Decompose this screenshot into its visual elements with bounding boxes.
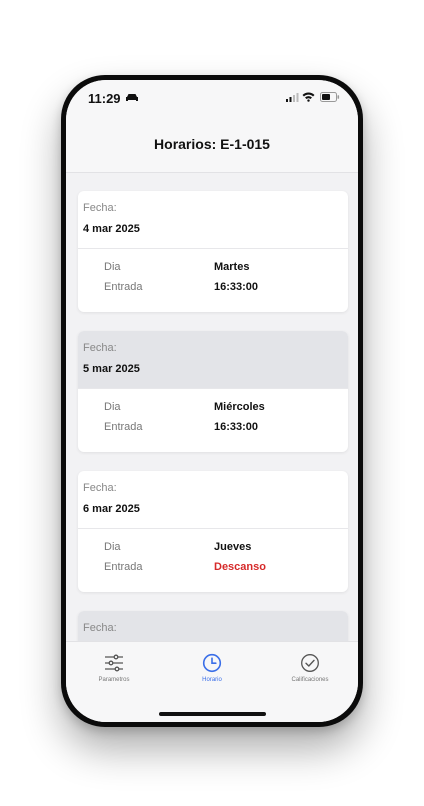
tab-label: Horario xyxy=(202,677,222,683)
schedule-card[interactable]: Fecha: 5 mar 2025 Dia Entrada Miércoles … xyxy=(78,331,348,452)
entry-value: 16:33:00 xyxy=(214,281,259,293)
day-label: Dia xyxy=(104,261,121,273)
day-label: Dia xyxy=(104,541,121,553)
card-details: Dia Entrada Miércoles 16:33:00 xyxy=(78,389,348,452)
schedule-card[interactable]: Fecha: 6 mar 2025 Dia Entrada Jueves Des… xyxy=(78,471,348,592)
schedule-card[interactable]: Fecha: xyxy=(78,611,348,641)
schedule-list[interactable]: Fecha: 4 mar 2025 Dia Entrada Martes 16:… xyxy=(66,173,358,641)
card-details: Dia Entrada Jueves Descanso xyxy=(78,529,348,592)
schedule-card[interactable]: Fecha: 4 mar 2025 Dia Entrada Martes 16:… xyxy=(78,191,348,312)
entry-value: 16:33:00 xyxy=(214,421,259,433)
day-value: Miércoles xyxy=(214,401,265,413)
tab-label: Calificaciones xyxy=(291,677,329,683)
battery-icon xyxy=(320,92,340,102)
clock-icon xyxy=(202,653,222,673)
tab-bar: Parametros Horario Calificaciones xyxy=(66,641,358,722)
date-value: 5 mar 2025 xyxy=(83,363,140,375)
entry-label: Entrada xyxy=(104,281,143,293)
sliders-icon xyxy=(105,654,123,672)
date-label: Fecha: xyxy=(83,622,117,634)
check-circle-icon xyxy=(301,654,319,672)
card-date-section: Fecha: xyxy=(78,611,348,641)
status-time: 11:29 xyxy=(88,91,121,106)
wifi-icon xyxy=(302,92,315,102)
day-value: Martes xyxy=(214,261,250,273)
card-details: Dia Entrada Martes 16:33:00 xyxy=(78,249,348,312)
tab-label: Parametros xyxy=(98,677,130,683)
day-label: Dia xyxy=(104,401,121,413)
tab-calificaciones[interactable]: Calificaciones xyxy=(262,653,358,683)
date-value: 4 mar 2025 xyxy=(83,223,140,235)
card-date-section: Fecha: 4 mar 2025 xyxy=(78,191,348,249)
card-date-section: Fecha: 5 mar 2025 xyxy=(78,331,348,389)
date-label: Fecha: xyxy=(83,482,117,494)
date-value: 6 mar 2025 xyxy=(83,503,140,515)
card-date-section: Fecha: 6 mar 2025 xyxy=(78,471,348,529)
home-indicator[interactable] xyxy=(159,712,266,716)
nav-header: Horarios: E-1-015 xyxy=(66,116,358,173)
phone-screen: 11:29 Horarios: E-1-015 Fecha: 4 mar 202… xyxy=(66,80,358,722)
day-value: Jueves xyxy=(214,541,252,553)
signal-icon xyxy=(286,93,299,102)
tab-parametros[interactable]: Parametros xyxy=(66,653,162,683)
date-label: Fecha: xyxy=(83,342,117,354)
date-label: Fecha: xyxy=(83,202,117,214)
status-bar: 11:29 xyxy=(66,80,358,116)
tab-horario[interactable]: Horario xyxy=(164,653,260,683)
page-title: Horarios: E-1-015 xyxy=(154,136,270,152)
rest-status: Descanso xyxy=(214,561,266,573)
entry-label: Entrada xyxy=(104,561,143,573)
car-icon xyxy=(126,94,138,101)
entry-label: Entrada xyxy=(104,421,143,433)
